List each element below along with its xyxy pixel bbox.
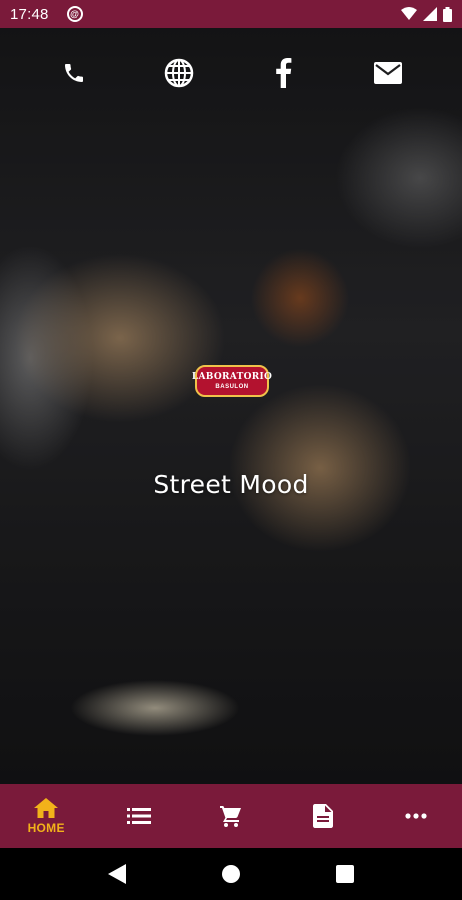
email-button[interactable] [368, 53, 408, 93]
more-icon [405, 813, 427, 819]
wifi-icon [401, 7, 417, 20]
document-icon [313, 804, 334, 828]
phone-button[interactable] [54, 53, 94, 93]
bottom-navigation: HOME [0, 784, 462, 848]
contact-row [0, 28, 462, 118]
circle-home-icon [222, 865, 240, 883]
phone-icon [65, 64, 84, 82]
nav-more[interactable] [386, 784, 446, 848]
nav-menu-list[interactable] [109, 784, 169, 848]
status-icons [401, 6, 452, 22]
home-system-button[interactable] [211, 854, 251, 894]
hero-background-image [0, 28, 462, 784]
nav-document[interactable] [293, 784, 353, 848]
facebook-button[interactable] [263, 53, 303, 93]
signal-icon [423, 7, 437, 21]
back-icon [108, 864, 126, 884]
website-button[interactable] [159, 53, 199, 93]
status-bar: 17:48 @ [0, 0, 462, 28]
mail-icon [373, 62, 402, 84]
system-navigation-bar [0, 848, 462, 900]
nav-home[interactable]: HOME [16, 784, 76, 848]
status-time: 17:48 [10, 5, 49, 23]
globe-icon [164, 58, 193, 88]
hero-title: Street Mood [153, 470, 309, 499]
logo-line2: BASULON [215, 383, 249, 390]
battery-icon [443, 6, 452, 22]
hero-overlay [0, 28, 462, 784]
nav-home-label: HOME [27, 820, 65, 835]
home-icon [34, 797, 59, 818]
notification-icon: @ [66, 6, 83, 22]
recents-icon [336, 865, 354, 883]
recents-button[interactable] [325, 854, 365, 894]
list-icon [126, 808, 151, 824]
nav-cart[interactable] [201, 784, 261, 848]
brand-logo: LABORATORIO BASULON [191, 365, 273, 397]
back-button[interactable] [97, 854, 137, 894]
facebook-icon [276, 58, 292, 88]
cart-icon [219, 806, 241, 827]
logo-line1: LABORATORIO [191, 371, 273, 382]
